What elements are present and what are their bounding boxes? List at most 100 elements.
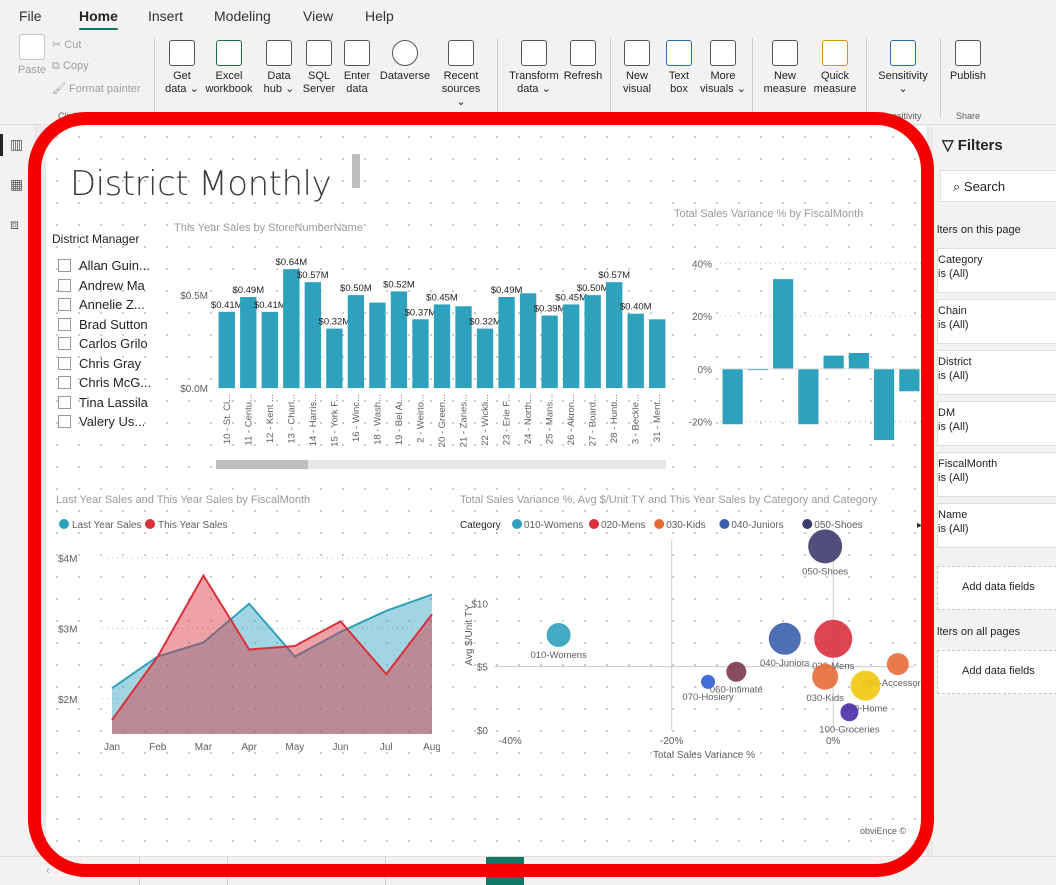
bubble-label: 040-Juniors <box>760 658 810 669</box>
menu-help[interactable]: Help <box>365 8 394 24</box>
filter-card[interactable]: DM is (All) <box>937 401 1056 446</box>
x-tick-label: 23 - Erie F... <box>502 394 513 445</box>
filter-card[interactable]: Category is (All) <box>937 248 1056 293</box>
data-label: $0.64M <box>275 257 307 268</box>
checkbox-icon[interactable] <box>58 415 71 428</box>
recent-l2: sources <box>441 83 481 95</box>
excel-l2: workbook <box>205 83 253 95</box>
report-view-icon[interactable]: ▥ <box>10 136 23 153</box>
slicer-item[interactable]: Allan Guin... <box>58 258 150 273</box>
legend-marker <box>654 519 665 529</box>
x-tick-label: Jan <box>104 742 120 753</box>
checkbox-icon[interactable] <box>58 376 71 389</box>
share-group-label: Share <box>956 111 981 121</box>
bar <box>584 295 601 388</box>
filter-card[interactable]: Chain is (All) <box>937 299 1056 344</box>
paste-button[interactable]: Paste <box>14 32 50 77</box>
menu-home[interactable]: Home <box>79 8 118 31</box>
new-visual-button[interactable]: New visual <box>618 40 656 96</box>
refresh-button[interactable]: Refresh <box>562 40 604 83</box>
sensitivity-button[interactable]: Sensitivity ⌄ <box>872 40 934 96</box>
filter-card[interactable]: FiscalMonth is (All) <box>937 452 1056 497</box>
page-tab-info[interactable]: Info <box>88 857 140 885</box>
excel-workbook-button[interactable]: Excel workbook <box>204 40 254 96</box>
get-data-button[interactable]: Get data ⌄ <box>162 40 202 96</box>
filter-search-input[interactable]: ⌕ Search <box>940 170 1056 202</box>
data-view-icon[interactable]: ▦ <box>10 176 23 193</box>
model-view-icon[interactable]: ⧈ <box>10 216 19 233</box>
dataverse-button[interactable]: Dataverse <box>378 40 432 83</box>
checkbox-icon[interactable] <box>58 317 71 331</box>
add-data-fields-all[interactable]: Add data fields <box>937 650 1056 694</box>
variance-bar-chart[interactable]: 40%20%0%-20%JanFebMarAprMayJunJulAug <box>670 222 926 472</box>
data-label: $0.57M <box>598 270 630 281</box>
cut-button[interactable]: ✂ Cut <box>52 38 81 51</box>
data-label: $0.32M <box>319 317 351 328</box>
bar <box>606 282 623 388</box>
legend-label: 030-Kids <box>666 520 705 531</box>
bar <box>848 353 869 369</box>
x-tick-label: 11 - Centu... <box>243 394 254 446</box>
category-scatter-chart[interactable]: Category 010-Womens 020-Mens 030-Kids 040-Ju… <box>460 510 926 760</box>
data-hub-icon <box>266 40 292 66</box>
filter-card[interactable]: Name is (All) <box>937 503 1056 548</box>
slicer-item[interactable]: Chris McG... <box>58 375 151 390</box>
bubble <box>812 663 839 690</box>
filter-card[interactable]: District is (All) <box>937 350 1056 395</box>
slicer-item[interactable]: Andrew Ma <box>58 278 145 293</box>
slicer-item[interactable]: Tina Lassila <box>58 395 148 410</box>
store-sales-bar-chart[interactable]: $0.0M$0.5M$0.41M10 - St. Cl...$0.49M11 -… <box>166 242 666 476</box>
data-hub-button[interactable]: Data hub ⌄ <box>259 40 299 96</box>
menu-view[interactable]: View <box>303 8 333 24</box>
bubble-label: 050-Shoes <box>802 566 848 577</box>
checkbox-icon[interactable] <box>58 298 71 311</box>
report-page[interactable]: District Monthly District Manager Allan … <box>46 126 926 856</box>
page-tab[interactable] <box>140 857 228 885</box>
y-tick-label: -20% <box>689 418 712 429</box>
sales-area-chart[interactable]: Last Year Sales This Year Sales $2M $3M $4M J… <box>50 510 440 760</box>
data-label: $0.57M <box>297 270 329 281</box>
dataverse-icon <box>392 40 418 66</box>
checkbox-icon[interactable] <box>58 278 71 292</box>
filter-field-name: Name <box>938 509 968 521</box>
checkbox-icon[interactable] <box>58 395 71 409</box>
slicer-item[interactable]: Annelie Z... <box>58 297 145 312</box>
publish-button[interactable]: Publish <box>946 40 990 83</box>
checkbox-icon[interactable] <box>58 356 71 370</box>
bar <box>347 295 365 388</box>
data-label: $0.50M <box>340 283 372 294</box>
pub-l1: Publish <box>949 70 987 82</box>
data-label: $0.37M <box>405 307 437 318</box>
checkbox-icon[interactable] <box>58 259 71 272</box>
nm-l1: New <box>773 70 796 82</box>
prev-page-icon[interactable]: ‹ <box>46 865 50 877</box>
checkbox-icon[interactable] <box>58 337 71 350</box>
filter-field-value: is (All) <box>938 421 969 433</box>
format-painter-button[interactable]: 🖌 Format painter <box>52 82 141 95</box>
slicer-item-label: Annelie Z... <box>79 297 145 312</box>
text-box-button[interactable]: Text box <box>660 40 698 96</box>
menu-modeling[interactable]: Modeling <box>214 8 271 24</box>
ribbon-separator <box>154 38 155 118</box>
filter-field-name: Chain <box>938 305 967 317</box>
quick-measure-button[interactable]: Quick measure <box>810 40 860 96</box>
transform-data-button[interactable]: Transform data ⌄ <box>506 40 562 96</box>
menu-file[interactable]: File <box>19 8 42 24</box>
add-data-fields-page[interactable]: Add data fields <box>937 566 1056 610</box>
slicer-item[interactable]: Chris Gray <box>58 356 141 371</box>
slicer-item[interactable]: Carlos Grilo <box>58 336 148 351</box>
x-tick-label: 0% <box>826 736 841 747</box>
sql-server-button[interactable]: SQL Server <box>300 40 338 96</box>
more-visuals-button[interactable]: More visuals ⌄ <box>700 40 746 96</box>
slicer-item[interactable]: Brad Sutton <box>58 317 148 332</box>
slicer-item[interactable]: Valery Us... <box>58 414 145 429</box>
menu-insert[interactable]: Insert <box>148 8 183 24</box>
page-tab-active[interactable] <box>486 857 524 885</box>
enter-data-button[interactable]: Enter data <box>340 40 374 96</box>
recent-sources-button[interactable]: Recent sources ⌄ <box>436 40 486 109</box>
page-tab[interactable] <box>228 857 386 885</box>
new-measure-button[interactable]: New measure <box>760 40 810 96</box>
copy-button[interactable]: ⧉ Copy <box>52 60 89 73</box>
next-page-icon[interactable]: › <box>66 865 70 877</box>
legend-title: Category <box>460 520 501 531</box>
